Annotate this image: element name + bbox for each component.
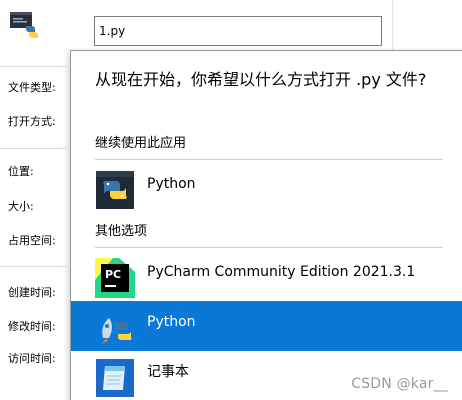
size-label: 大小: bbox=[8, 200, 34, 213]
python-file-icon bbox=[10, 12, 40, 40]
file-type-label: 文件类型: bbox=[8, 81, 56, 94]
app-item-python[interactable]: Python bbox=[71, 163, 462, 213]
accessed-label: 访问时间: bbox=[8, 352, 56, 365]
section-divider bbox=[95, 247, 443, 248]
app-label: Python bbox=[147, 314, 196, 330]
modified-label: 修改时间: bbox=[8, 320, 56, 333]
open-with-label: 打开方式: bbox=[8, 115, 56, 128]
filename-field[interactable]: 1.py bbox=[94, 16, 382, 46]
divider bbox=[0, 148, 66, 149]
app-item-python-launcher[interactable]: Python bbox=[71, 301, 462, 351]
app-label: Python bbox=[147, 176, 196, 192]
created-label: 创建时间: bbox=[8, 286, 56, 299]
python-launcher-icon bbox=[95, 308, 135, 348]
keep-using-heading: 继续使用此应用 bbox=[95, 136, 187, 151]
size-on-disk-label: 占用空间: bbox=[8, 234, 56, 247]
divider bbox=[0, 266, 66, 267]
section-divider bbox=[95, 159, 443, 160]
pycharm-icon: PC bbox=[95, 258, 135, 298]
location-label: 位置: bbox=[8, 165, 34, 178]
app-label: 记事本 bbox=[147, 364, 189, 380]
watermark: CSDN @kar__ bbox=[351, 376, 448, 392]
python-icon bbox=[95, 170, 135, 210]
divider bbox=[0, 66, 66, 67]
app-item-pycharm[interactable]: PC PyCharm Community Edition 2021.3.1 bbox=[71, 251, 462, 301]
svg-text:PC: PC bbox=[105, 268, 121, 281]
flyout-title: 从现在开始，你希望以什么方式打开 .py 文件? bbox=[95, 70, 427, 89]
open-with-flyout: 从现在开始，你希望以什么方式打开 .py 文件? 继续使用此应用 Python … bbox=[70, 50, 462, 400]
app-label: PyCharm Community Edition 2021.3.1 bbox=[147, 264, 416, 280]
other-options-heading: 其他选项 bbox=[95, 224, 148, 239]
notepad-icon bbox=[95, 358, 135, 398]
